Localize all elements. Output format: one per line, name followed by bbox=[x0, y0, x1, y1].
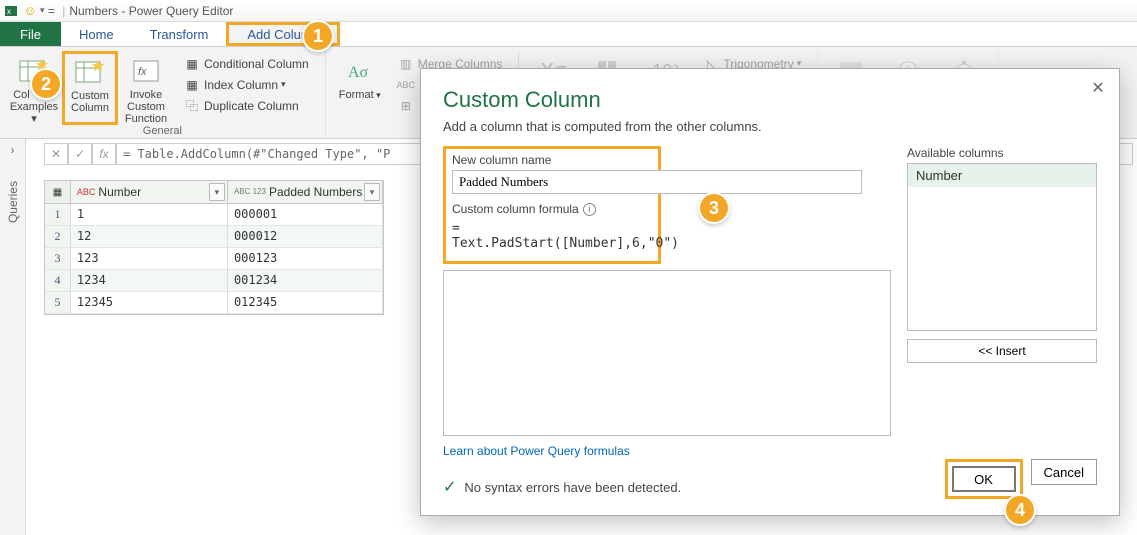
formula-preview: = Text.PadStart([Number],6,"0") bbox=[452, 219, 652, 253]
cancel-formula-icon[interactable]: ✕ bbox=[44, 143, 68, 165]
conditional-icon: ▦ bbox=[184, 56, 200, 72]
formula-textarea[interactable] bbox=[443, 270, 891, 436]
conditional-column-button[interactable]: ▦Conditional Column bbox=[178, 53, 315, 74]
col-header-label: Padded Numbers bbox=[269, 185, 362, 199]
fx-label: fx bbox=[92, 143, 116, 165]
row-index: 1 bbox=[45, 204, 71, 226]
cell-number: 12345 bbox=[71, 292, 228, 314]
svg-text:x: x bbox=[7, 7, 11, 16]
new-column-name-input[interactable] bbox=[452, 170, 862, 194]
format-icon: Aσ bbox=[343, 55, 377, 87]
abc-icon: ABC bbox=[398, 77, 414, 93]
cell-padded: 001234 bbox=[228, 270, 383, 292]
format-label: Format bbox=[339, 89, 374, 101]
col-header-padded[interactable]: ABC 123 Padded Numbers ▾ bbox=[228, 181, 383, 204]
duplicate-icon: ⿻ bbox=[184, 98, 200, 114]
custom-formula-label: Custom column formula i bbox=[452, 202, 652, 216]
excel-icon: x bbox=[4, 3, 20, 19]
callout-1: 1 bbox=[302, 20, 334, 52]
cell-number: 12 bbox=[71, 226, 228, 248]
window-title: Numbers - Power Query Editor bbox=[69, 4, 233, 18]
chevron-down-icon: ▾ bbox=[281, 79, 286, 90]
filter-dropdown-icon[interactable]: ▾ bbox=[209, 183, 225, 201]
queries-label[interactable]: Queries bbox=[6, 181, 20, 223]
cancel-button[interactable]: Cancel bbox=[1031, 459, 1097, 485]
cell-number: 1 bbox=[71, 204, 228, 226]
row-index: 2 bbox=[45, 226, 71, 248]
cell-number: 123 bbox=[71, 248, 228, 270]
info-icon[interactable]: i bbox=[583, 203, 596, 216]
menu-bar: File Home Transform Add Column bbox=[0, 22, 1137, 47]
commit-formula-icon[interactable]: ✓ bbox=[68, 143, 92, 165]
table-row[interactable]: 41234001234 bbox=[45, 270, 383, 292]
dialog-subtitle: Add a column that is computed from the o… bbox=[443, 119, 1097, 134]
learn-link[interactable]: Learn about Power Query formulas bbox=[443, 444, 630, 458]
table-row[interactable]: 11000001 bbox=[45, 204, 383, 226]
syntax-status-text: No syntax errors have been detected. bbox=[464, 480, 681, 495]
cell-padded: 000001 bbox=[228, 204, 383, 226]
title-bar: x ☺ ▾ = | Numbers - Power Query Editor bbox=[0, 0, 1137, 22]
col-header-number[interactable]: ABC Number ▾ bbox=[71, 181, 228, 204]
merge-icon: ▥ bbox=[398, 56, 414, 72]
callout-2: 2 bbox=[30, 68, 62, 100]
new-column-name-label: New column name bbox=[452, 153, 652, 167]
cell-padded: 000012 bbox=[228, 226, 383, 248]
dialog-title: Custom Column bbox=[443, 87, 1097, 113]
filter-dropdown-icon[interactable]: ▾ bbox=[364, 183, 380, 201]
available-column-item[interactable]: Number bbox=[908, 164, 1096, 187]
fx-icon: fx bbox=[129, 55, 163, 87]
data-table: ▦ ABC Number ▾ ABC 123 Padded Numbers ▾ … bbox=[44, 180, 384, 315]
tab-home[interactable]: Home bbox=[61, 22, 132, 46]
index-column-button[interactable]: ▦Index Column▾ bbox=[178, 74, 315, 95]
table-row[interactable]: 512345012345 bbox=[45, 292, 383, 314]
index-icon: ▦ bbox=[184, 77, 200, 93]
callout-3: 3 bbox=[698, 192, 730, 224]
table-star-icon bbox=[73, 56, 107, 88]
duplicate-column-button[interactable]: ⿻Duplicate Column bbox=[178, 95, 315, 116]
smiley-icon: ☺ bbox=[22, 3, 38, 19]
cell-number: 1234 bbox=[71, 270, 228, 292]
table-row[interactable]: 212000012 bbox=[45, 226, 383, 248]
table-header: ▦ ABC Number ▾ ABC 123 Padded Numbers ▾ bbox=[45, 181, 383, 204]
table-row[interactable]: 3123000123 bbox=[45, 248, 383, 270]
qat-separator: = bbox=[45, 4, 59, 18]
cell-padded: 000123 bbox=[228, 248, 383, 270]
type-icon: ABC 123 bbox=[234, 188, 266, 196]
queries-sidebar: › Queries bbox=[0, 139, 26, 535]
invoke-custom-function-button[interactable]: fx Invoke CustomFunction bbox=[118, 51, 174, 125]
callout-4: 4 bbox=[1004, 494, 1036, 526]
tab-transform[interactable]: Transform bbox=[132, 22, 227, 46]
svg-text:Aσ: Aσ bbox=[348, 64, 369, 81]
custom-column-dialog: ✕ Custom Column Add a column that is com… bbox=[420, 68, 1120, 516]
type-icon: ABC bbox=[77, 187, 96, 197]
available-columns-label: Available columns bbox=[907, 146, 1097, 160]
close-icon[interactable]: ✕ bbox=[1087, 77, 1109, 99]
cell-padded: 012345 bbox=[228, 292, 383, 314]
row-header-corner[interactable]: ▦ bbox=[45, 181, 71, 204]
custom-column-button[interactable]: CustomColumn bbox=[62, 51, 118, 125]
invoke-custom-function-label: Invoke CustomFunction bbox=[120, 89, 172, 125]
insert-button[interactable]: << Insert bbox=[907, 339, 1097, 363]
row-index: 3 bbox=[45, 248, 71, 270]
col-header-label: Number bbox=[98, 185, 141, 199]
row-index: 5 bbox=[45, 292, 71, 314]
syntax-status: ✓ No syntax errors have been detected. bbox=[443, 477, 681, 497]
ok-button[interactable]: OK bbox=[952, 466, 1016, 492]
chevron-down-icon: ▾ bbox=[374, 90, 381, 100]
custom-column-label: CustomColumn bbox=[65, 90, 115, 114]
group-label-general: General bbox=[143, 125, 182, 139]
format-button[interactable]: Aσ Format ▾ bbox=[332, 51, 388, 123]
available-columns-list: Number bbox=[907, 163, 1097, 331]
svg-text:fx: fx bbox=[138, 66, 147, 78]
title-separator: | bbox=[58, 4, 69, 18]
expand-queries-icon[interactable]: › bbox=[0, 139, 25, 161]
tab-file[interactable]: File bbox=[0, 22, 61, 46]
check-icon: ✓ bbox=[443, 477, 456, 497]
row-index: 4 bbox=[45, 270, 71, 292]
parse-icon: ⊞ bbox=[398, 98, 414, 114]
